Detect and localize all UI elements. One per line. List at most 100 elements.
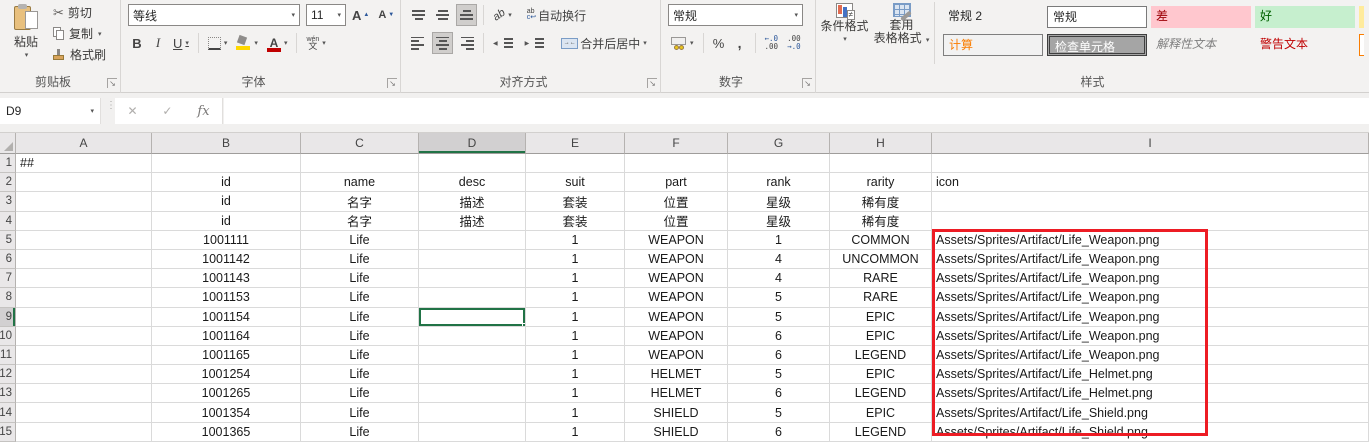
- clipboard-dialog-launcher-icon[interactable]: ↘: [107, 78, 117, 88]
- accounting-format-button[interactable]: ▾: [668, 32, 697, 54]
- style-chip[interactable]: 常规: [1047, 6, 1147, 28]
- cell-H15[interactable]: LEGEND: [830, 423, 932, 442]
- bold-button[interactable]: B: [128, 32, 146, 54]
- cell-C2[interactable]: name: [301, 173, 419, 192]
- increase-decimal-button[interactable]: ←.0.00: [762, 32, 782, 54]
- cell-B5[interactable]: 1001111: [152, 231, 301, 250]
- cell-E13[interactable]: 1: [526, 384, 625, 403]
- cell-B6[interactable]: 1001142: [152, 250, 301, 269]
- cell-E9[interactable]: 1: [526, 308, 625, 327]
- cell-I14[interactable]: Assets/Sprites/Artifact/Life_Shield.png: [932, 403, 1369, 422]
- font-color-button[interactable]: A▾: [264, 32, 291, 54]
- cell-I4[interactable]: [932, 212, 1369, 231]
- align-center-button[interactable]: [432, 32, 453, 54]
- cell-D4[interactable]: 描述: [419, 212, 526, 231]
- style-chip[interactable]: 警告文本: [1255, 34, 1355, 56]
- font-size-combo[interactable]: 11 ▾: [306, 4, 346, 26]
- cell-C4[interactable]: 名字: [301, 212, 419, 231]
- cell-H5[interactable]: COMMON: [830, 231, 932, 250]
- row-header-7[interactable]: 7: [0, 269, 16, 288]
- cell-A3[interactable]: [16, 192, 152, 211]
- cell-A11[interactable]: [16, 346, 152, 365]
- cell-E10[interactable]: 1: [526, 327, 625, 346]
- style-chip[interactable]: [1359, 6, 1364, 28]
- format-painter-button[interactable]: 格式刷: [50, 44, 109, 65]
- number-dialog-launcher-icon[interactable]: ↘: [802, 78, 812, 88]
- style-chip[interactable]: 解释性文本: [1151, 34, 1251, 56]
- cell-I9[interactable]: Assets/Sprites/Artifact/Life_Weapon.png: [932, 308, 1369, 327]
- cell-F6[interactable]: WEAPON: [625, 250, 728, 269]
- cell-I5[interactable]: Assets/Sprites/Artifact/Life_Weapon.png: [932, 231, 1369, 250]
- cell-B12[interactable]: 1001254: [152, 365, 301, 384]
- cell-E6[interactable]: 1: [526, 250, 625, 269]
- cell-H4[interactable]: 稀有度: [830, 212, 932, 231]
- cell-I13[interactable]: Assets/Sprites/Artifact/Life_Helmet.png: [932, 384, 1369, 403]
- cell-E3[interactable]: 套装: [526, 192, 625, 211]
- row-header-14[interactable]: 14: [0, 403, 16, 422]
- row-header-11[interactable]: 11: [0, 346, 16, 365]
- cell-F10[interactable]: WEAPON: [625, 327, 728, 346]
- cell-H2[interactable]: rarity: [830, 173, 932, 192]
- cell-C8[interactable]: Life: [301, 288, 419, 307]
- cell-G6[interactable]: 4: [728, 250, 830, 269]
- cell-C15[interactable]: Life: [301, 423, 419, 442]
- column-header-C[interactable]: C: [301, 133, 419, 154]
- cell-D11[interactable]: [419, 346, 526, 365]
- column-header-I[interactable]: I: [932, 133, 1369, 154]
- cell-G2[interactable]: rank: [728, 173, 830, 192]
- alignment-dialog-launcher-icon[interactable]: ↘: [647, 78, 657, 88]
- font-dialog-launcher-icon[interactable]: ↘: [387, 78, 397, 88]
- row-header-13[interactable]: 13: [0, 384, 16, 403]
- cell-C6[interactable]: Life: [301, 250, 419, 269]
- cell-C12[interactable]: Life: [301, 365, 419, 384]
- cell-G4[interactable]: 星级: [728, 212, 830, 231]
- cell-B3[interactable]: id: [152, 192, 301, 211]
- shrink-font-button[interactable]: A▼: [375, 4, 397, 26]
- underline-button[interactable]: U▾: [170, 32, 192, 54]
- cell-E8[interactable]: 1: [526, 288, 625, 307]
- cell-H12[interactable]: EPIC: [830, 365, 932, 384]
- cell-F3[interactable]: 位置: [625, 192, 728, 211]
- cell-I3[interactable]: [932, 192, 1369, 211]
- cell-D9[interactable]: [419, 308, 526, 327]
- cell-E7[interactable]: 1: [526, 269, 625, 288]
- cell-I1[interactable]: [932, 154, 1369, 173]
- cell-G12[interactable]: 5: [728, 365, 830, 384]
- row-header-10[interactable]: 10: [0, 327, 16, 346]
- row-header-1[interactable]: 1: [0, 154, 16, 173]
- row-header-6[interactable]: 6: [0, 250, 16, 269]
- align-top-button[interactable]: [408, 4, 429, 26]
- format-as-table-button[interactable]: 套用 表格格式 ▾: [873, 2, 930, 47]
- cell-D7[interactable]: [419, 269, 526, 288]
- decrease-decimal-button[interactable]: .00→.0: [784, 32, 804, 54]
- cell-F7[interactable]: WEAPON: [625, 269, 728, 288]
- decrease-indent-button[interactable]: [490, 32, 519, 54]
- row-header-9[interactable]: 9: [0, 308, 16, 327]
- cancel-button[interactable]: ✕: [127, 104, 137, 118]
- cell-F12[interactable]: HELMET: [625, 365, 728, 384]
- cell-C3[interactable]: 名字: [301, 192, 419, 211]
- cell-E14[interactable]: 1: [526, 403, 625, 422]
- cell-A8[interactable]: [16, 288, 152, 307]
- insert-function-button[interactable]: fx: [197, 104, 209, 119]
- cell-F13[interactable]: HELMET: [625, 384, 728, 403]
- cell-A2[interactable]: [16, 173, 152, 192]
- style-chip[interactable]: 检查单元格: [1047, 34, 1147, 56]
- row-header-12[interactable]: 12: [0, 365, 16, 384]
- cut-button[interactable]: ✂ 剪切: [50, 2, 109, 23]
- cell-B7[interactable]: 1001143: [152, 269, 301, 288]
- cell-I8[interactable]: Assets/Sprites/Artifact/Life_Weapon.png: [932, 288, 1369, 307]
- cell-C5[interactable]: Life: [301, 231, 419, 250]
- cell-B15[interactable]: 1001365: [152, 423, 301, 442]
- cell-A10[interactable]: [16, 327, 152, 346]
- cell-H8[interactable]: RARE: [830, 288, 932, 307]
- phonetic-button[interactable]: wén文 ▾: [303, 32, 328, 54]
- cell-H10[interactable]: EPIC: [830, 327, 932, 346]
- column-header-D[interactable]: D: [419, 133, 526, 154]
- cell-G15[interactable]: 6: [728, 423, 830, 442]
- cell-A7[interactable]: [16, 269, 152, 288]
- cell-E11[interactable]: 1: [526, 346, 625, 365]
- style-chip[interactable]: 计算: [943, 34, 1043, 56]
- cell-G1[interactable]: [728, 154, 830, 173]
- cell-H3[interactable]: 稀有度: [830, 192, 932, 211]
